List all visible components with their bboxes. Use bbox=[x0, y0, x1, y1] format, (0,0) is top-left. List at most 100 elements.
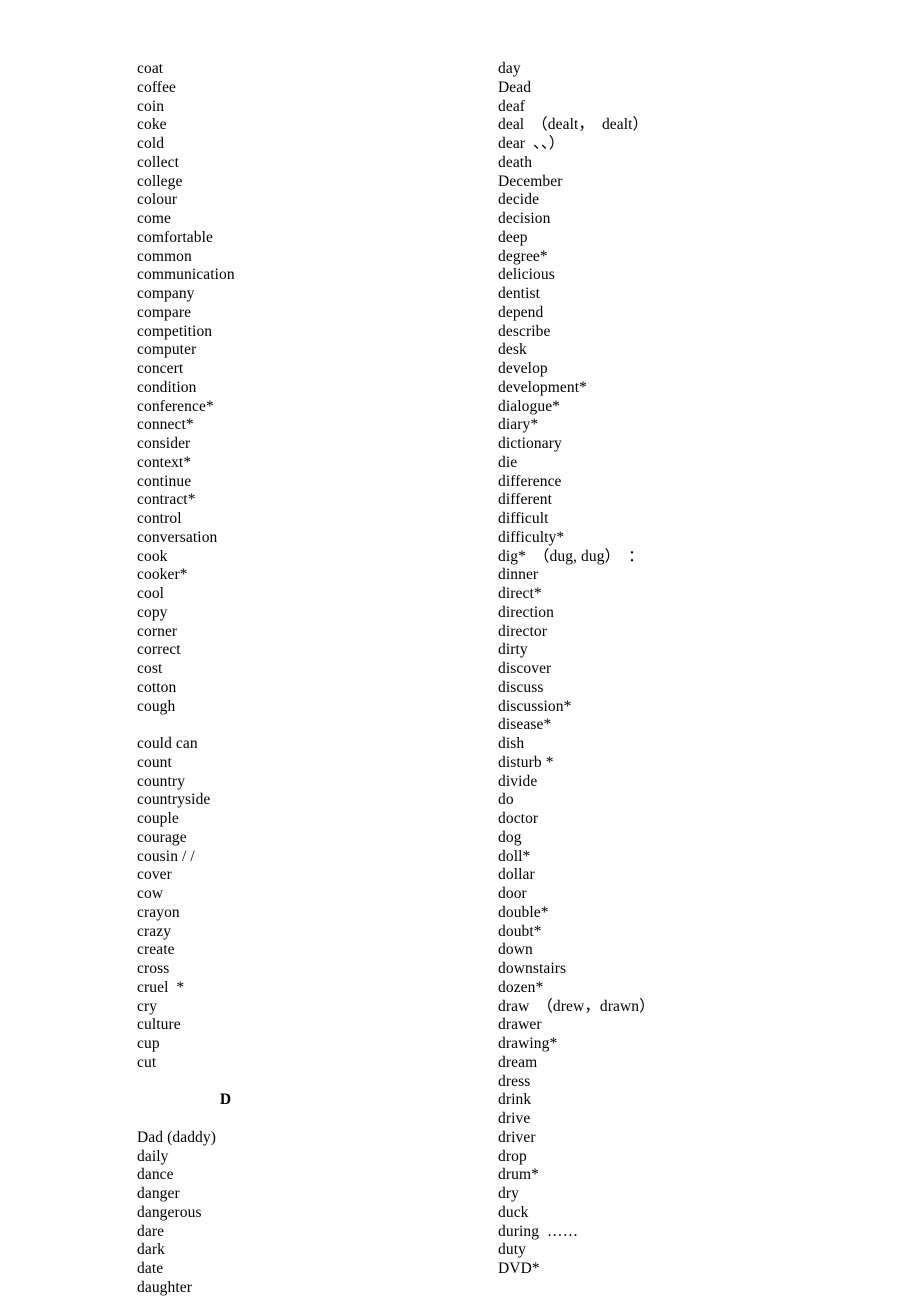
vocabulary-entry: colour bbox=[137, 191, 178, 209]
vocabulary-entry: come bbox=[137, 210, 171, 227]
vocabulary-entry: compare bbox=[137, 303, 192, 321]
vocabulary-entry: drawing* bbox=[498, 1035, 558, 1052]
vocabulary-entry: December bbox=[498, 172, 563, 190]
vocabulary-entry: doubt* bbox=[498, 922, 542, 940]
vocabulary-entry: discover bbox=[498, 660, 552, 677]
vocabulary-entry: discussion* bbox=[498, 697, 572, 715]
vocabulary-entry: cut bbox=[137, 1053, 157, 1071]
vocabulary-entry: downstairs bbox=[498, 960, 567, 977]
vocabulary-entry: courage bbox=[137, 828, 187, 846]
vocabulary-entry: draw （drew，drawn） bbox=[498, 997, 655, 1015]
vocabulary-entry: dollar bbox=[498, 866, 535, 884]
vocabulary-entry: deep bbox=[498, 228, 528, 246]
vocabulary-entry: communication bbox=[137, 266, 235, 284]
vocabulary-entry: Dad (daddy) bbox=[137, 1128, 217, 1146]
vocabulary-entry: cook bbox=[137, 547, 168, 565]
vocabulary-entry: difficulty* bbox=[498, 528, 565, 546]
vocabulary-entry: dangerous bbox=[137, 1203, 202, 1221]
vocabulary-entry: couple bbox=[137, 810, 179, 827]
vocabulary-entry: common bbox=[137, 247, 192, 265]
section-heading: D bbox=[219, 1091, 232, 1109]
vocabulary-entry: count bbox=[137, 753, 172, 771]
vocabulary-entry: condition bbox=[137, 378, 197, 396]
vocabulary-entry: drive bbox=[498, 1110, 531, 1127]
vocabulary-entry: countryside bbox=[137, 791, 211, 809]
vocabulary-entry: cotton bbox=[137, 678, 177, 696]
vocabulary-entry: dish bbox=[498, 735, 525, 752]
vocabulary-entry: dinner bbox=[498, 566, 539, 584]
vocabulary-entry: describe bbox=[498, 322, 551, 340]
vocabulary-entry: dialogue* bbox=[498, 397, 561, 415]
vocabulary-entry: down bbox=[498, 941, 533, 959]
vocabulary-entry: conference* bbox=[137, 397, 214, 415]
vocabulary-entry: desk bbox=[498, 341, 527, 359]
vocabulary-entry: cold bbox=[137, 135, 165, 152]
vocabulary-entry: dig* （dug, dug） ： bbox=[498, 547, 644, 565]
vocabulary-entry: culture bbox=[137, 1016, 181, 1034]
vocabulary-entry: dear 、、） bbox=[498, 135, 565, 152]
vocabulary-entry: dress bbox=[498, 1072, 531, 1090]
vocabulary-entry: create bbox=[137, 941, 175, 959]
vocabulary-entry: drawer bbox=[498, 1016, 542, 1034]
vocabulary-entry: daily bbox=[137, 1147, 169, 1165]
vocabulary-entry: driver bbox=[498, 1128, 536, 1146]
vocabulary-entry: difference bbox=[498, 472, 562, 490]
vocabulary-entry: doctor bbox=[498, 810, 539, 827]
vocabulary-entry: deal （dealt， dealt） bbox=[498, 116, 649, 134]
vocabulary-entry: collect bbox=[137, 153, 180, 171]
vocabulary-entry: dare bbox=[137, 1222, 165, 1240]
vocabulary-entry: different bbox=[498, 491, 552, 509]
vocabulary-entry: direction bbox=[498, 603, 554, 621]
vocabulary-entry: date bbox=[137, 1260, 164, 1277]
vocabulary-entry: Dead bbox=[498, 78, 532, 96]
vocabulary-entry: conversation bbox=[137, 528, 218, 546]
vocabulary-entry: corner bbox=[137, 622, 178, 640]
vocabulary-entry: divide bbox=[498, 772, 538, 790]
vocabulary-entry: country bbox=[137, 772, 186, 790]
vocabulary-entry: duck bbox=[498, 1203, 529, 1221]
vocabulary-entry: danger bbox=[137, 1185, 180, 1202]
vocabulary-entry: coat bbox=[137, 60, 164, 77]
vocabulary-entry: develop bbox=[498, 360, 548, 377]
vocabulary-entry: dark bbox=[137, 1241, 165, 1259]
vocabulary-entry: dry bbox=[498, 1185, 519, 1202]
vocabulary-entry: development* bbox=[498, 378, 588, 396]
vocabulary-entry: death bbox=[498, 153, 533, 171]
vocabulary-entry: decide bbox=[498, 191, 540, 209]
vocabulary-entry: dream bbox=[498, 1053, 538, 1071]
vocabulary-entry: drop bbox=[498, 1147, 527, 1165]
vocabulary-entry: crayon bbox=[137, 903, 180, 921]
vocabulary-entry: disturb * bbox=[498, 753, 554, 771]
vocabulary-entry: coin bbox=[137, 97, 165, 115]
vocabulary-entry: disease* bbox=[498, 716, 552, 734]
vocabulary-entry: director bbox=[498, 622, 547, 640]
vocabulary-entry: drum* bbox=[498, 1166, 539, 1184]
vocabulary-entry: cousin / / bbox=[137, 847, 195, 865]
vocabulary-entry: deaf bbox=[498, 97, 526, 115]
vocabulary-entry: continue bbox=[137, 472, 192, 490]
vocabulary-entry: difficult bbox=[498, 510, 549, 527]
vocabulary-entry: crazy bbox=[137, 922, 172, 940]
vocabulary-entry: double* bbox=[498, 903, 549, 921]
vocabulary-entry: discuss bbox=[498, 678, 544, 696]
left-column: coat coffee coin coke cold collect college colo… bbox=[137, 60, 467, 1298]
vocabulary-entry: day bbox=[498, 60, 521, 77]
vocabulary-entry: company bbox=[137, 285, 195, 302]
vocabulary-entry: college bbox=[137, 172, 183, 190]
vocabulary-entry: dozen* bbox=[498, 978, 544, 996]
vocabulary-entry: cooker* bbox=[137, 566, 188, 584]
vocabulary-entry: doll* bbox=[498, 847, 531, 865]
vocabulary-entry: diary* bbox=[498, 416, 539, 434]
vocabulary-entry: during …… bbox=[498, 1222, 579, 1240]
vocabulary-entry: depend bbox=[498, 303, 544, 321]
vocabulary-entry: drink bbox=[498, 1091, 532, 1109]
vocabulary-entry: DVD* bbox=[498, 1260, 540, 1277]
vocabulary-entry: concert bbox=[137, 360, 184, 377]
vocabulary-entry: comfortable bbox=[137, 228, 213, 246]
vocabulary-entry: do bbox=[498, 791, 514, 809]
vocabulary-entry: copy bbox=[137, 603, 168, 621]
vocabulary-entry: delicious bbox=[498, 266, 555, 284]
